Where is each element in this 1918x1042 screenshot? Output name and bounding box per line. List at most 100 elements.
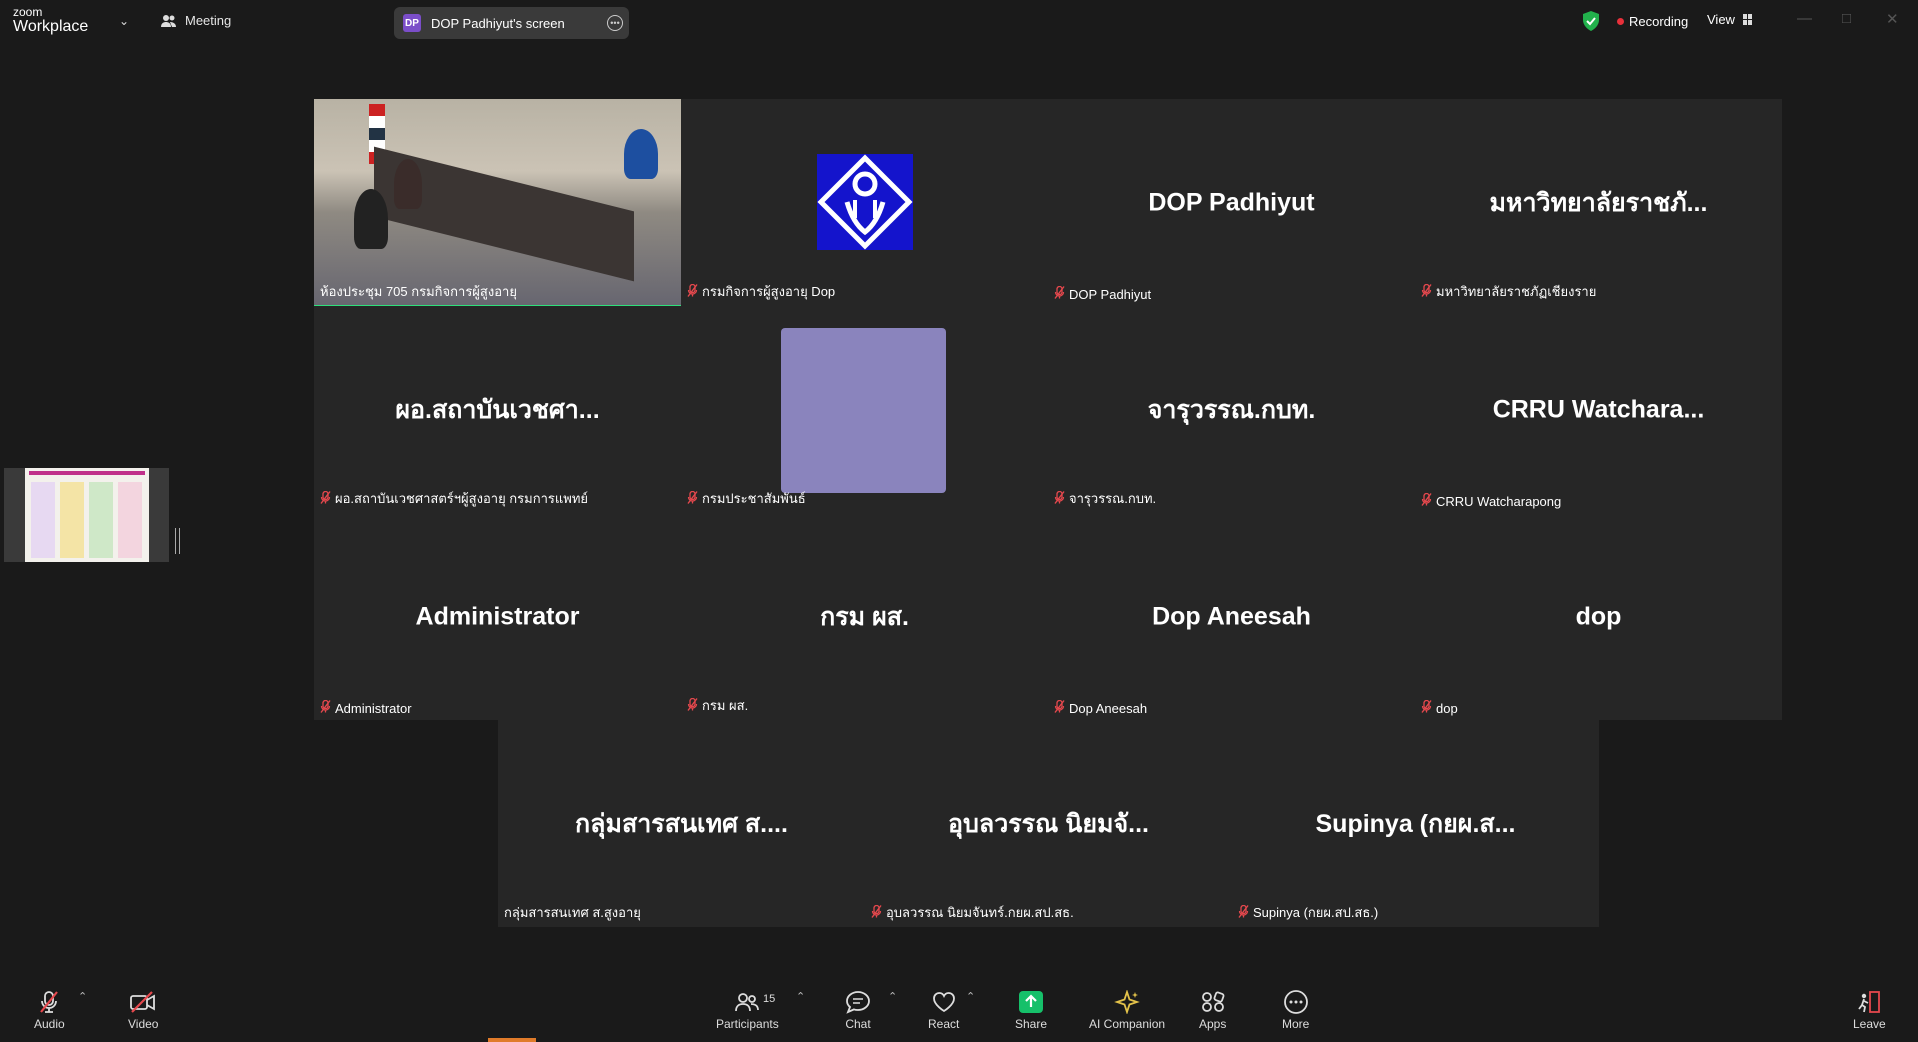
microphone-muted-icon [871, 904, 882, 921]
more-label: More [1282, 1017, 1310, 1031]
shared-screen-thumbnail[interactable] [4, 468, 169, 562]
meeting-menu[interactable]: Meeting [161, 13, 231, 28]
participant-name: กรมประชาสัมพันธ์ [702, 491, 806, 506]
microphone-muted-icon [1238, 904, 1249, 921]
sparkle-icon [1114, 990, 1140, 1014]
audio-button[interactable]: Audio [34, 990, 65, 1031]
shared-screen-pill[interactable]: DP DOP Padhiyut's screen ••• [394, 7, 629, 39]
participant-name: อุบลวรรณ นิยมจันทร์.กยผ.สป.สธ. [886, 905, 1074, 920]
participants-label: Participants [716, 1017, 779, 1031]
participant-name-label: อุบลวรรณ นิยมจันทร์.กยผ.สป.สธ. [871, 902, 1074, 923]
participant-tile[interactable]: กรมประชาสัมพันธ์ [681, 306, 1048, 513]
participant-tile[interactable]: CRRU Watchara... CRRU Watcharapong [1415, 306, 1782, 513]
participant-name: ผอ.สถาบันเวชศาสตร์ฯผู้สูงอายุ กรมการแพทย… [335, 491, 589, 506]
apps-button[interactable]: Apps [1199, 990, 1226, 1031]
share-button[interactable]: Share [1015, 990, 1047, 1031]
recording-label: Recording [1629, 14, 1689, 29]
participant-display-name: กรม ผส. [820, 602, 909, 631]
taskbar-active-indicator [488, 1038, 536, 1042]
participant-tile[interactable]: DOP Padhiyut DOP Padhiyut [1048, 99, 1415, 306]
shield-check-icon[interactable] [1582, 11, 1600, 31]
view-label: View [1707, 12, 1735, 27]
participant-name: Administrator [335, 700, 412, 716]
participant-tile[interactable]: กลุ่มสารสนเทศ ส.... กลุ่มสารสนเทศ ส.สูงอา… [498, 720, 865, 927]
participant-name: DOP Padhiyut [1069, 286, 1152, 302]
video-label: Video [128, 1017, 159, 1031]
share-label: Share [1015, 1017, 1048, 1031]
participant-display-name: DOP Padhiyut [1148, 188, 1315, 216]
participant-display-name: CRRU Watchara... [1492, 395, 1705, 423]
share-screen-icon [1019, 991, 1044, 1013]
ai-companion-button[interactable]: AI Companion [1089, 990, 1165, 1031]
minimize-icon[interactable]: — [1797, 10, 1812, 27]
audio-caret-icon[interactable]: ⌃ [78, 990, 87, 1003]
microphone-muted-icon [1054, 490, 1065, 507]
microphone-muted-icon [40, 991, 59, 1013]
react-label: React [928, 1017, 960, 1031]
recording-dot-icon [1617, 18, 1624, 25]
participant-tile[interactable]: dop dop [1415, 513, 1782, 720]
participant-tile[interactable]: ห้องประชุม 705 กรมกิจการผู้สูงอายุ [314, 99, 681, 306]
brand-large: Workplace [13, 18, 89, 35]
meeting-people-icon [161, 14, 176, 27]
chat-caret-icon[interactable]: ⌃ [888, 990, 897, 1003]
bottom-toolbar: Audio ⌃ Video Participants 15 ⌃ Chat ⌃ R… [0, 980, 1918, 1042]
participant-tile[interactable]: กรม ผส. กรม ผส. [681, 513, 1048, 720]
participant-tile[interactable]: มหาวิทยาลัยราชภั... มหาวิทยาลัยราชภัฏเชีย… [1415, 99, 1782, 306]
view-button[interactable]: View [1707, 12, 1753, 27]
maximize-icon[interactable]: □ [1842, 10, 1851, 27]
ai-companion-label: AI Companion [1089, 1017, 1166, 1031]
leave-button[interactable]: Leave [1853, 990, 1886, 1031]
participant-display-name: Administrator [415, 602, 580, 630]
react-caret-icon[interactable]: ⌃ [966, 990, 975, 1003]
participant-name: Supinya (กยผ.สป.สธ.) [1253, 905, 1379, 920]
recording-indicator[interactable]: Recording [1617, 14, 1688, 29]
participant-name: กลุ่มสารสนเทศ ส.สูงอายุ [504, 905, 641, 920]
participant-video-feed [314, 99, 681, 305]
participant-tile[interactable]: จารุวรรณ.กบท. จารุวรรณ.กบท. [1048, 306, 1415, 513]
meeting-label: Meeting [185, 13, 232, 28]
participant-display-name: จารุวรรณ.กบท. [1147, 395, 1316, 424]
participant-tile[interactable]: Supinya (กยผ.ส... Supinya (กยผ.สป.สธ.) [1232, 720, 1599, 927]
participant-name-label: กรมประชาสัมพันธ์ [687, 488, 806, 509]
microphone-muted-icon [1421, 493, 1432, 509]
microphone-muted-icon [1421, 700, 1432, 716]
more-button[interactable]: More [1282, 990, 1309, 1031]
participant-name: กรมกิจการผู้สูงอายุ Dop [702, 284, 836, 299]
participant-name-label: มหาวิทยาลัยราชภัฏเชียงราย [1421, 281, 1596, 302]
participant-tile[interactable]: Administrator Administrator [314, 513, 681, 720]
participant-display-name: กลุ่มสารสนเทศ ส.... [575, 809, 788, 838]
participant-name-label: กรมกิจการผู้สูงอายุ Dop [687, 281, 835, 302]
video-button[interactable]: Video [128, 990, 158, 1031]
participant-name: CRRU Watcharapong [1436, 493, 1562, 509]
microphone-muted-icon [320, 700, 331, 716]
participant-display-name: Dop Aneesah [1152, 602, 1311, 630]
more-icon[interactable]: ••• [607, 15, 623, 31]
microphone-muted-icon [687, 697, 698, 714]
microphone-muted-icon [687, 490, 698, 507]
participant-name-label: Dop Aneesah [1054, 700, 1147, 716]
participants-caret-icon[interactable]: ⌃ [796, 990, 805, 1003]
participant-tile[interactable]: กรมกิจการผู้สูงอายุ Dop [681, 99, 1048, 306]
microphone-muted-icon [1054, 286, 1065, 302]
audio-label: Audio [34, 1017, 65, 1031]
leave-door-icon [1858, 991, 1881, 1013]
chat-button[interactable]: Chat [845, 990, 871, 1031]
microphone-muted-icon [1421, 283, 1432, 300]
participant-tile[interactable]: ผอ.สถาบันเวชศา... ผอ.สถาบันเวชศาสตร์ฯผู้ส… [314, 306, 681, 513]
chevron-down-icon[interactable]: ⌄ [119, 14, 129, 28]
participant-display-name: Supinya (กยผ.ส... [1315, 809, 1516, 838]
participant-display-name: มหาวิทยาลัยราชภั... [1489, 188, 1708, 217]
apps-icon [1201, 991, 1225, 1012]
close-icon[interactable]: ✕ [1886, 10, 1899, 28]
participant-tile[interactable]: อุบลวรรณ นิยมจั... อุบลวรรณ นิยมจันทร์.กย… [865, 720, 1232, 927]
participant-name: Dop Aneesah [1069, 700, 1148, 716]
participant-name-label: จารุวรรณ.กบท. [1054, 488, 1156, 509]
react-button[interactable]: React [928, 990, 959, 1031]
participant-name: มหาวิทยาลัยราชภัฏเชียงราย [1436, 284, 1597, 299]
thumbnail-resize-handle[interactable] [175, 528, 180, 554]
participant-name-label: DOP Padhiyut [1054, 286, 1151, 302]
microphone-muted-icon [320, 490, 331, 507]
participant-tile[interactable]: Dop Aneesah Dop Aneesah [1048, 513, 1415, 720]
participant-name-label: Administrator [320, 700, 412, 716]
